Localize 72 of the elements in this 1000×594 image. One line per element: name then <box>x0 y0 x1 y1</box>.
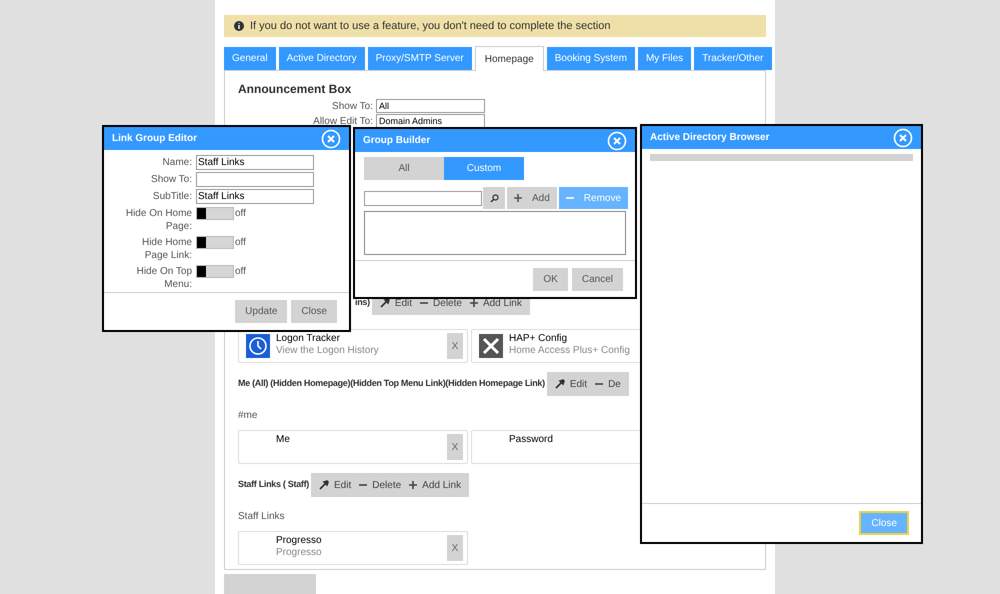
group-heading: Me (All) (Hidden Homepage)(Hidden Top Menu Link)(Hidden Homepage Link) <box>238 377 546 390</box>
field-label: Name: <box>162 156 193 170</box>
toggle-switch[interactable] <box>196 265 234 278</box>
field-label: Allow Edit To: <box>312 114 374 128</box>
text-field[interactable]: Staff Links <box>196 189 314 204</box>
plus-icon <box>409 481 418 489</box>
link-card[interactable]: Progresso Progresso X <box>238 531 468 565</box>
text-field[interactable]: Staff Links <box>196 155 314 170</box>
search-icon <box>490 194 498 202</box>
dialog-button[interactable]: OK <box>533 268 568 290</box>
toggle-state: off <box>235 265 246 278</box>
minus-icon <box>566 194 574 202</box>
section-title: Announcement Box <box>238 81 352 98</box>
dialog-button[interactable]: Cancel <box>572 268 623 290</box>
link-subtitle: Progresso <box>276 547 323 559</box>
link-title: Progresso <box>276 535 323 547</box>
close-icon[interactable] <box>607 130 627 150</box>
link-title: Logon Tracker <box>276 333 341 345</box>
toolbar-button[interactable]: De <box>591 372 625 396</box>
toggle-label: Hide On Top Menu: <box>136 265 193 291</box>
toolbar-button[interactable]: Delete <box>416 291 466 315</box>
toggle-state: off <box>235 236 246 249</box>
x-button[interactable]: X <box>447 535 463 561</box>
minus-icon <box>420 299 428 307</box>
toggle-switch[interactable] <box>196 236 234 249</box>
toolbar-button[interactable]: Add Link <box>466 291 526 315</box>
toggle-label: Hide On Home Page: <box>124 207 193 233</box>
group-description: Staff Links <box>238 510 286 524</box>
toggle-label: Hide Home Page Link: <box>140 236 193 262</box>
group-description: #me <box>238 409 258 423</box>
search-button[interactable] <box>483 187 505 209</box>
toggle-switch[interactable] <box>196 207 234 220</box>
toolbar-button[interactable]: Edit <box>550 372 592 396</box>
mode-tab[interactable]: All <box>364 157 444 180</box>
dialog-button[interactable]: Close <box>291 300 337 323</box>
field-label: SubTitle: <box>152 190 193 204</box>
plus-icon <box>470 299 478 307</box>
link-subtitle: Home Access Plus+ Config <box>509 345 631 357</box>
link-title: Me <box>276 434 291 446</box>
link-card[interactable]: Me X <box>238 430 468 464</box>
close-icon[interactable] <box>893 128 913 148</box>
toolbar-button[interactable]: Edit <box>376 291 416 315</box>
info-text: If you do not want to use a feature, you don't need to complete the section <box>250 18 610 34</box>
dialog-title: Group Builder <box>363 134 430 148</box>
group-heading: Staff Links ( Staff) <box>238 478 310 492</box>
link-title: Password <box>509 434 554 446</box>
toolbar-button[interactable]: Delete <box>355 473 406 497</box>
plus-icon <box>514 194 522 202</box>
link-title: HAP+ Config <box>509 333 568 345</box>
search-field[interactable] <box>364 190 482 206</box>
clock-icon <box>246 334 270 358</box>
action-button[interactable]: Add <box>507 187 557 209</box>
toolbar-button[interactable]: Add Link <box>405 473 466 497</box>
x-button[interactable]: X <box>447 434 463 460</box>
close-icon[interactable] <box>321 128 341 148</box>
dialog-title: Link Group Editor <box>112 132 197 146</box>
text-field[interactable] <box>196 172 314 187</box>
toggle-state: off <box>235 207 246 220</box>
text-field[interactable]: All <box>376 99 485 113</box>
field-label: Show To: <box>331 100 374 112</box>
x-button[interactable]: X <box>447 333 463 359</box>
minus-icon <box>595 380 604 388</box>
link-subtitle: View the Logon History <box>276 345 380 357</box>
tab[interactable]: Homepage <box>474 46 544 71</box>
dialog-title: Active Directory Browser <box>650 131 770 145</box>
dialog-button[interactable]: Update <box>235 300 288 323</box>
text-field[interactable]: Domain Admins <box>376 114 485 128</box>
minus-icon <box>359 481 368 489</box>
toolbar-button[interactable]: Edit <box>315 473 356 497</box>
info-icon <box>234 20 244 31</box>
field-label: Show To: <box>150 173 193 187</box>
group-heading: ins) <box>355 296 371 310</box>
